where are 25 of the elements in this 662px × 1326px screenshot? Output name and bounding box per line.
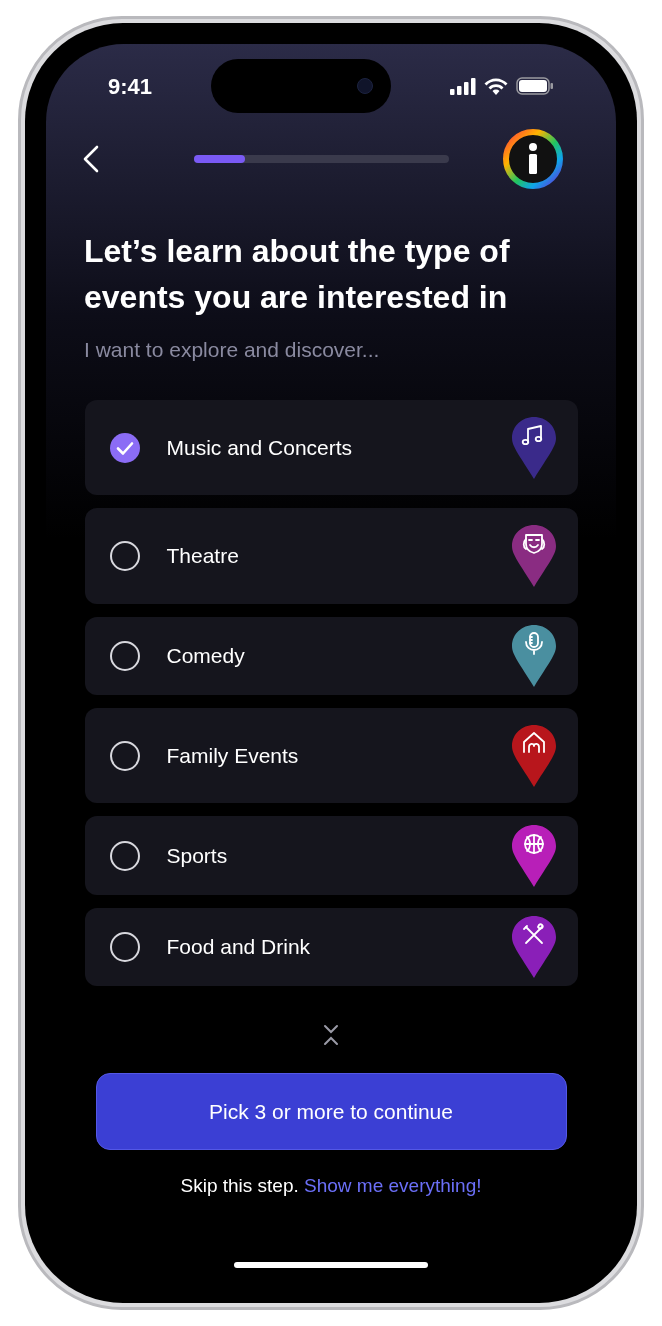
category-label: Family Events: [166, 742, 300, 769]
page-subtitle: I want to explore and discover...: [84, 337, 381, 363]
category-option[interactable]: Sports: [84, 816, 578, 895]
back-icon: [83, 145, 99, 173]
status-time: 9:41: [108, 72, 153, 101]
category-option[interactable]: Family Events: [84, 708, 578, 803]
continue-button[interactable]: Pick 3 or more to continue: [95, 1073, 567, 1150]
signal-icon: [450, 77, 476, 95]
category-label: Music and Concerts: [166, 434, 354, 461]
category-option[interactable]: Comedy: [84, 617, 578, 695]
info-logo-icon[interactable]: [502, 128, 564, 190]
battery-icon: [516, 77, 554, 95]
category-label: Food and Drink: [166, 934, 312, 961]
category-label: Theatre: [166, 543, 240, 570]
category-label: Sports: [166, 842, 229, 869]
category-option[interactable]: Music and Concerts: [84, 400, 578, 495]
collapse-icon[interactable]: [323, 1024, 339, 1046]
page-title: Let’s learn about the type of events you are interested in: [84, 232, 511, 317]
show-everything-link[interactable]: Show me everything!: [304, 1175, 482, 1196]
camera-icon: [357, 78, 373, 94]
category-option[interactable]: Theatre: [84, 508, 578, 604]
category-label: Comedy: [166, 643, 246, 670]
wifi-icon: [484, 77, 508, 95]
category-option[interactable]: Food and Drink: [84, 908, 578, 986]
skip-text: Skip this step. Show me everything!: [180, 1174, 482, 1198]
